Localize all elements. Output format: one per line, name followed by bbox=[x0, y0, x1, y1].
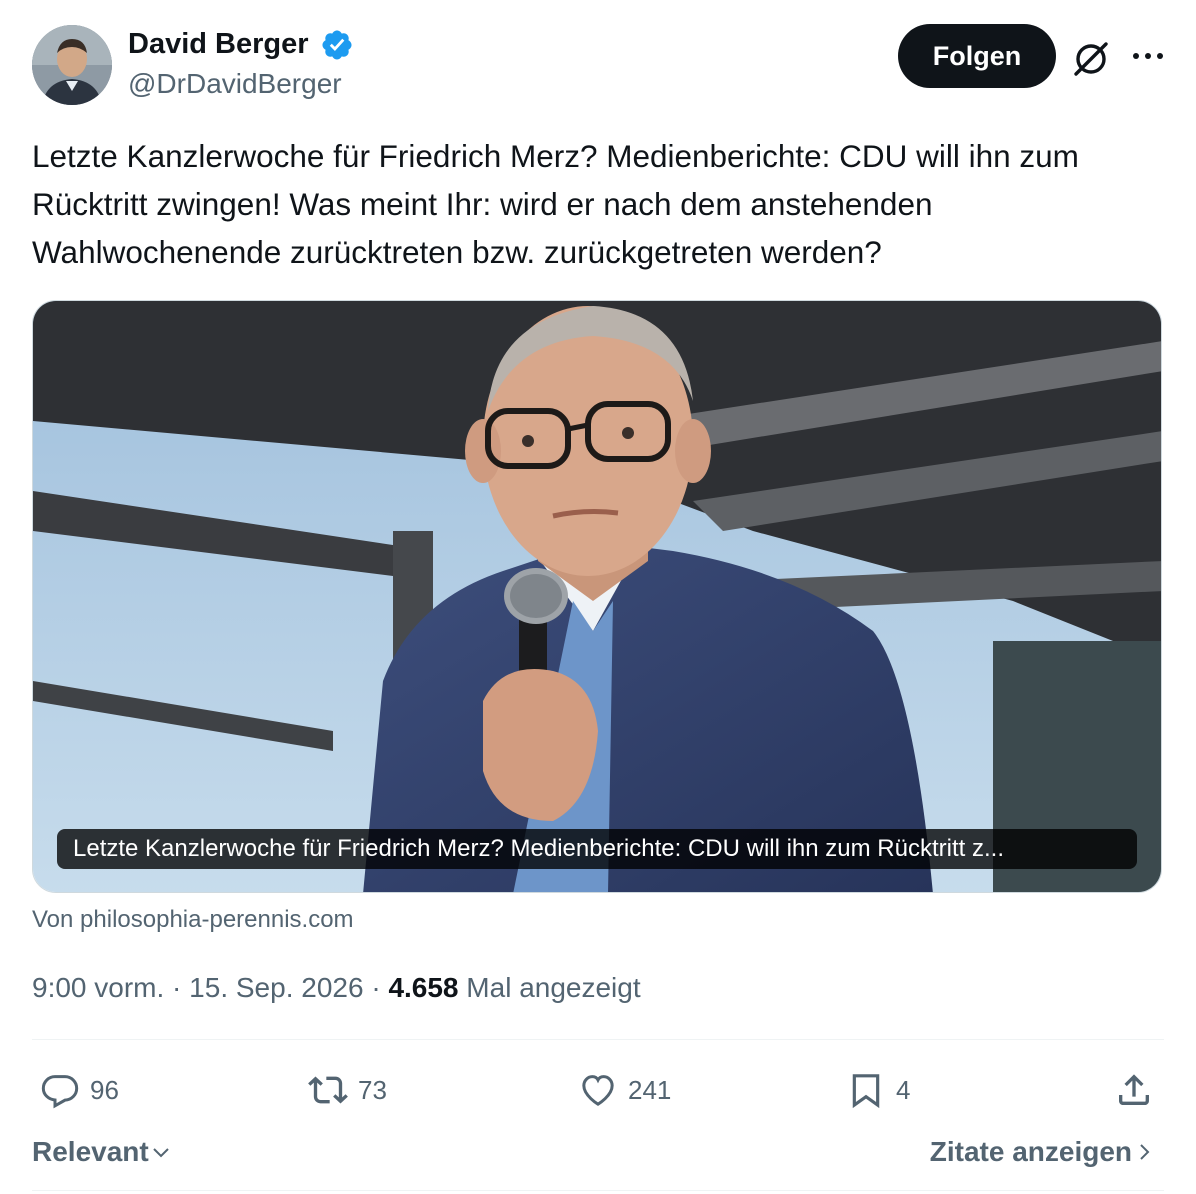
bookmark-count: 4 bbox=[896, 1074, 911, 1105]
share-button[interactable] bbox=[1114, 1062, 1154, 1118]
reply-button[interactable]: 96 bbox=[40, 1062, 119, 1118]
link-card-image[interactable]: Letzte Kanzlerwoche für Friedrich Merz? … bbox=[32, 300, 1162, 893]
reply-icon bbox=[41, 1075, 79, 1109]
author-name[interactable]: David Berger bbox=[128, 26, 309, 62]
author-handle[interactable]: @DrDavidBerger bbox=[128, 66, 342, 102]
repost-button[interactable]: 73 bbox=[308, 1062, 387, 1118]
avatar[interactable] bbox=[32, 25, 112, 105]
meta-separator: · bbox=[164, 972, 190, 1003]
like-button[interactable]: 241 bbox=[578, 1062, 671, 1118]
tweet-date[interactable]: 15. Sep. 2026 bbox=[189, 972, 363, 1003]
follow-button[interactable]: Folgen bbox=[898, 24, 1056, 88]
view-quotes-link[interactable]: Zitate anzeigen bbox=[930, 1132, 1156, 1172]
heart-icon bbox=[582, 1075, 614, 1106]
chevron-down-icon bbox=[153, 1148, 169, 1158]
tweet-time[interactable]: 9:00 vorm. bbox=[32, 972, 164, 1003]
card-photo bbox=[33, 301, 1161, 892]
card-source[interactable]: Von philosophia-perennis.com bbox=[32, 904, 354, 936]
tweet-text: Letzte Kanzlerwoche für Friedrich Merz? … bbox=[32, 138, 1079, 270]
repost-icon bbox=[308, 1076, 348, 1104]
more-dots-icon[interactable] bbox=[1128, 38, 1168, 78]
card-caption: Letzte Kanzlerwoche für Friedrich Merz? … bbox=[57, 829, 1137, 869]
view-label: Mal angezeigt bbox=[458, 972, 641, 1003]
verified-badge-icon[interactable] bbox=[320, 28, 354, 62]
divider bbox=[32, 1190, 1164, 1191]
repost-count: 73 bbox=[358, 1074, 387, 1105]
chevron-right-icon bbox=[1140, 1144, 1150, 1160]
view-count: 4.658 bbox=[388, 972, 459, 1003]
reply-count: 96 bbox=[90, 1074, 119, 1105]
divider bbox=[32, 1039, 1164, 1040]
share-icon bbox=[1119, 1074, 1149, 1105]
meta-separator: · bbox=[363, 972, 389, 1003]
bookmark-icon bbox=[852, 1074, 880, 1109]
tweet-meta: 9:00 vorm. · 15. Sep. 2026 · 4.658 Mal a… bbox=[32, 968, 641, 1008]
like-count: 241 bbox=[628, 1074, 672, 1105]
profile-photo bbox=[32, 25, 112, 105]
bookmark-button[interactable]: 4 bbox=[846, 1062, 910, 1118]
grok-icon[interactable] bbox=[1070, 38, 1112, 80]
sort-label: Relevant bbox=[32, 1136, 149, 1167]
sort-dropdown[interactable]: Relevant bbox=[32, 1132, 173, 1172]
quotes-label: Zitate anzeigen bbox=[929, 1136, 1132, 1167]
